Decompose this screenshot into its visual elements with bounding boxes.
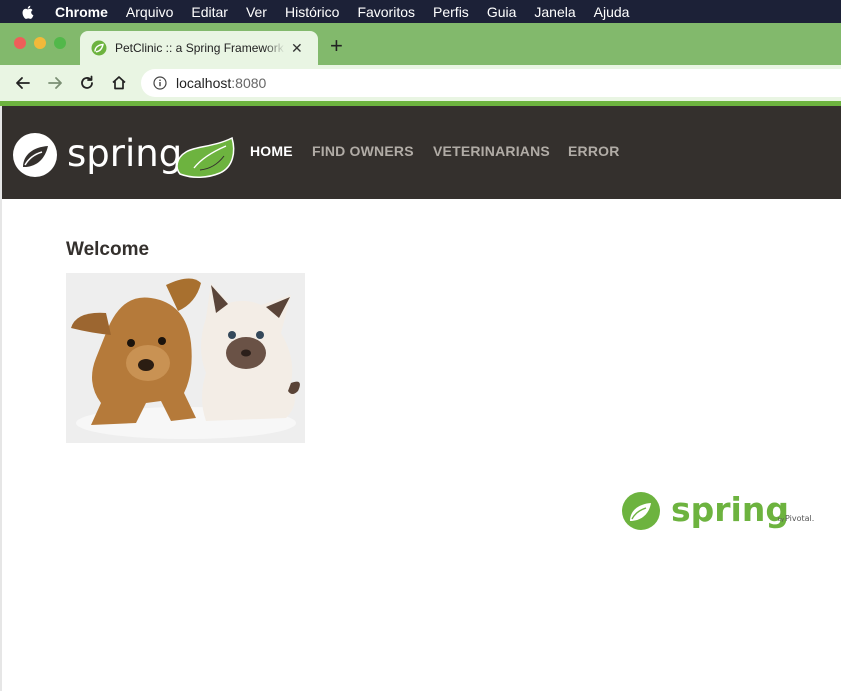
nav-home[interactable]: HOME — [250, 143, 293, 159]
menu-app-name[interactable]: Chrome — [55, 4, 108, 20]
back-arrow-icon[interactable] — [14, 74, 32, 92]
pets-photo — [66, 273, 305, 443]
url-host: localhost — [176, 75, 232, 91]
new-tab-button[interactable]: + — [330, 35, 343, 57]
nav-veterinarians[interactable]: VETERINARIANS — [433, 143, 550, 159]
menu-arquivo[interactable]: Arquivo — [126, 4, 173, 20]
window-zoom-button[interactable] — [54, 37, 66, 49]
menu-ajuda[interactable]: Ajuda — [594, 4, 630, 20]
menu-ver[interactable]: Ver — [246, 4, 267, 20]
url-port: :8080 — [231, 75, 267, 91]
browser-toolbar: localhost:8080 — [0, 65, 841, 106]
spring-logo-icon[interactable]: spring — [12, 130, 244, 180]
address-bar[interactable]: localhost:8080 — [141, 69, 841, 97]
navbar-brand-text: spring — [67, 132, 182, 175]
menu-editar[interactable]: Editar — [191, 4, 228, 20]
url-text[interactable]: localhost:8080 — [176, 75, 266, 91]
macos-menu-bar: Chrome Arquivo Editar Ver Histórico Favo… — [0, 0, 841, 23]
browser-tab-petclinic[interactable]: PetClinic :: a Spring Framework demonstr… — [80, 31, 318, 65]
window-close-button[interactable] — [14, 37, 26, 49]
menu-favoritos[interactable]: Favoritos — [357, 4, 415, 20]
apple-icon[interactable] — [20, 4, 36, 20]
forward-arrow-icon[interactable] — [46, 74, 64, 92]
tab-title: PetClinic :: a Spring Framework demonstr… — [115, 41, 285, 55]
spring-leaf-favicon-icon — [91, 40, 107, 56]
window-minimize-button[interactable] — [34, 37, 46, 49]
site-info-icon[interactable] — [153, 76, 167, 90]
footer-company-text: Pivotal. — [785, 514, 814, 523]
page-title: Welcome — [66, 239, 150, 260]
spring-by-pivotal-logo-icon: spring by Pivotal. — [622, 490, 814, 530]
menu-janela[interactable]: Janela — [534, 4, 575, 20]
menu-guia[interactable]: Guia — [487, 4, 517, 20]
nav-error[interactable]: ERROR — [568, 143, 620, 159]
home-icon[interactable] — [110, 74, 128, 92]
nav-find-owners[interactable]: FIND OWNERS — [312, 143, 414, 159]
footer-brand-text: spring — [671, 490, 789, 529]
footer-by-text: by — [778, 517, 784, 523]
tab-close-icon[interactable]: ✕ — [291, 40, 303, 57]
browser-tab-strip: PetClinic :: a Spring Framework demonstr… — [0, 23, 841, 65]
menu-perfis[interactable]: Perfis — [433, 4, 469, 20]
reload-icon[interactable] — [78, 74, 96, 92]
menu-historico[interactable]: Histórico — [285, 4, 339, 20]
petclinic-navbar: spring HOME FIND OWNERS VETERINARIANS ER… — [2, 106, 841, 199]
